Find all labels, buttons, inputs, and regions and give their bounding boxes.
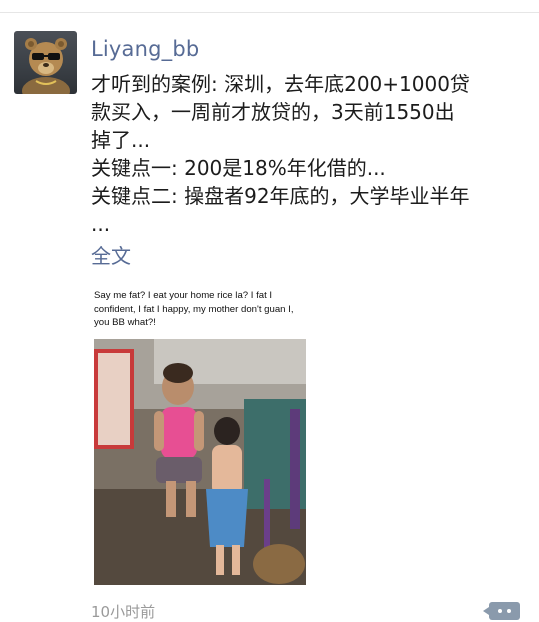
post-line: ... [91, 212, 111, 236]
user-avatar[interactable] [14, 31, 77, 94]
photo-illustration [94, 339, 306, 585]
post-text: 才听到的案例: 深圳，去年底200+1000贷 款买入，一周前才放贷的，3天前1… [91, 70, 531, 238]
post-line: 才听到的案例: 深圳，去年底200+1000贷 [91, 72, 470, 96]
full-text-link[interactable]: 全文 [91, 243, 131, 269]
meme-photo [94, 339, 306, 585]
top-divider [0, 12, 539, 13]
comment-button[interactable] [483, 602, 520, 620]
meme-caption: Say me fat? I eat your home rice la? I f… [94, 290, 294, 328]
post-line: 掉了... [91, 128, 151, 152]
post-line: 关键点二: 操盘者92年底的，大学毕业半年 [91, 184, 470, 208]
post-image[interactable]: Say me fat? I eat your home rice la? I f… [91, 287, 309, 585]
teddy-bear-avatar [22, 38, 70, 94]
post-timestamp: 10小时前 [91, 603, 156, 621]
username-link[interactable]: Liyang_bb [91, 36, 199, 62]
comment-button-notch [483, 607, 489, 615]
post-line: 关键点一: 200是18%年化借的... [91, 156, 386, 180]
post-line: 款买入，一周前才放贷的，3天前1550出 [91, 100, 455, 124]
